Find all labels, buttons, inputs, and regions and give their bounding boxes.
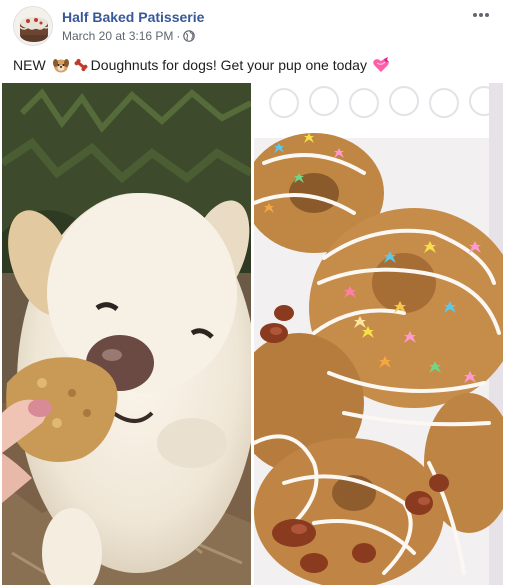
photo-dog-eating-treat[interactable]	[2, 83, 251, 585]
post-meta: March 20 at 3:16 PM ·	[62, 29, 196, 43]
dog-face-emoji	[52, 56, 70, 74]
bone-emoji	[72, 56, 90, 74]
photo-grid	[0, 83, 505, 587]
post-header: Half Baked Patisserie March 20 at 3:16 P…	[13, 6, 493, 46]
post-message: NEW Doughnuts for dogs! Get your pup one…	[13, 56, 391, 74]
photo-dog-doughnuts[interactable]	[254, 83, 503, 585]
heart-with-ribbon-emoji	[372, 56, 390, 74]
page-avatar[interactable]	[13, 6, 53, 46]
page-name-link[interactable]: Half Baked Patisserie	[62, 9, 204, 25]
message-prefix: NEW	[13, 57, 46, 73]
globe-icon[interactable]	[183, 30, 196, 42]
meta-separator: ·	[176, 29, 181, 43]
post-timestamp[interactable]: March 20 at 3:16 PM	[62, 29, 173, 43]
message-text: Doughnuts for dogs! Get your pup one tod…	[90, 57, 367, 73]
cake-logo-icon	[14, 7, 52, 45]
more-options-icon[interactable]	[471, 8, 491, 22]
facebook-post: Half Baked Patisserie March 20 at 3:16 P…	[0, 0, 505, 587]
